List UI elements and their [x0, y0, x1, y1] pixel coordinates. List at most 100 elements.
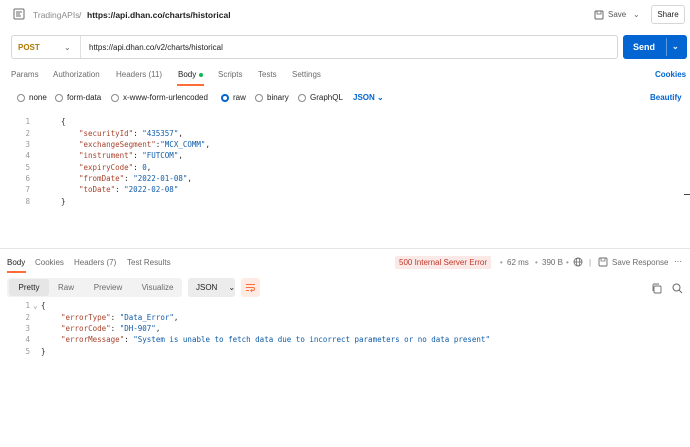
code-line: "fromDate": "2022-01-08", [79, 174, 192, 183]
line-number: 4 [25, 335, 30, 344]
view-pretty-button[interactable]: Pretty [9, 279, 49, 296]
line-number: 2 [25, 313, 30, 322]
breadcrumb-request-name[interactable]: https://api.dhan.co/charts/historical [87, 10, 231, 20]
response-format-select[interactable]: JSON ⌄ [188, 278, 235, 297]
radio-label: none [29, 93, 47, 102]
json-value: "FUTCOM" [142, 151, 179, 160]
breadcrumb-separator: / [79, 10, 82, 20]
radio-raw[interactable]: raw [221, 93, 246, 102]
json-key: "errorCode" [61, 324, 111, 333]
line-number: 5 [25, 347, 30, 356]
fold-chevron-icon[interactable]: ⌄ [33, 301, 38, 310]
send-button[interactable]: Send ⌄ [623, 35, 687, 59]
separator-dot: • [566, 258, 569, 267]
tab-tests[interactable]: Tests [258, 70, 277, 79]
status-badge[interactable]: 500 Internal Server Error [395, 256, 492, 269]
copy-icon[interactable] [651, 283, 662, 294]
json-key: "errorMessage" [61, 335, 125, 344]
separator-dot: • [535, 258, 538, 267]
radio-binary[interactable]: binary [255, 93, 289, 102]
code-line: "securityId": "435357", [79, 129, 183, 138]
editor-scrollbar[interactable] [683, 112, 690, 248]
json-value: "2022-01-08" [133, 174, 188, 183]
radio-circle-selected [221, 93, 229, 102]
radio-circle [55, 93, 63, 102]
radio-circle [298, 93, 306, 102]
line-number: 1 [25, 301, 30, 310]
response-tab-cookies[interactable]: Cookies [35, 258, 64, 267]
response-time[interactable]: 62 ms [507, 258, 529, 267]
json-key: "instrument" [79, 151, 134, 160]
radio-label: raw [233, 93, 246, 102]
save-options-chevron-icon[interactable]: ⌄ [633, 5, 643, 24]
json-value: "MCX_COMM" [160, 140, 206, 149]
breadcrumb-workspace[interactable]: TradingAPIs [33, 10, 79, 20]
divider [80, 36, 81, 58]
response-size[interactable]: 390 B [542, 258, 563, 267]
json-value: "System is unable to fetch data due to i… [133, 335, 490, 344]
json-key: "expiryCode" [79, 163, 134, 172]
line-number: 7 [25, 185, 30, 194]
save-icon [594, 10, 604, 19]
active-tab-indicator [7, 271, 26, 273]
radio-graphql[interactable]: GraphQL [298, 93, 343, 102]
http-request-icon [13, 8, 25, 20]
radio-circle [111, 93, 119, 102]
tab-authorization[interactable]: Authorization [53, 70, 100, 79]
view-visualize-button[interactable]: Visualize [135, 278, 180, 297]
wrap-lines-icon [246, 284, 255, 293]
json-key: "exchangeSegment" [79, 140, 156, 149]
code-line: "expiryCode": 0, [79, 163, 152, 172]
response-format-label: JSON [196, 283, 218, 292]
save-response-button[interactable]: Save Response [612, 258, 668, 267]
tab-headers[interactable]: Headers (11) [116, 70, 162, 79]
scrollbar-thumb[interactable] [684, 194, 690, 195]
body-format-select[interactable]: JSON ⌄ [353, 93, 384, 102]
tab-settings[interactable]: Settings [292, 70, 321, 79]
body-indicator-dot [199, 72, 204, 77]
view-preview-button[interactable]: Preview [88, 278, 128, 297]
line-number: 3 [25, 140, 30, 149]
response-tab-test-results[interactable]: Test Results [127, 258, 171, 267]
line-number: 1 [25, 117, 30, 126]
code-line: "exchangeSegment":"MCX_COMM", [79, 140, 210, 149]
json-value: "DH-907" [119, 324, 156, 333]
radio-form-data[interactable]: form-data [55, 93, 101, 102]
radio-label: GraphQL [310, 93, 343, 102]
url-input[interactable] [89, 41, 609, 53]
more-options-icon[interactable]: ⋯ [674, 257, 682, 266]
separator-bar: | [589, 258, 592, 267]
line-number: 2 [25, 129, 30, 138]
code-line: } [61, 197, 66, 206]
cookies-link[interactable]: Cookies [655, 70, 686, 79]
beautify-button[interactable]: Beautify [650, 93, 682, 102]
code-line: "errorCode": "DH-907", [61, 324, 161, 333]
view-raw-button[interactable]: Raw [52, 278, 80, 297]
method-select[interactable]: POST [18, 35, 40, 59]
pane-divider[interactable] [0, 248, 690, 249]
network-globe-icon[interactable] [573, 257, 583, 267]
radio-circle [17, 93, 25, 102]
radio-label: binary [267, 93, 289, 102]
wrap-lines-button[interactable] [241, 278, 260, 297]
send-options-chevron-icon[interactable]: ⌄ [672, 42, 679, 51]
tab-body[interactable]: Body [178, 70, 204, 79]
response-tab-headers[interactable]: Headers (7) [74, 258, 116, 267]
radio-none[interactable]: none [17, 93, 47, 102]
search-icon[interactable] [672, 283, 683, 294]
response-tab-body[interactable]: Body [7, 258, 25, 267]
request-body-editor[interactable]: 1 2 3 4 5 6 7 8 { "securityId": "435357"… [0, 113, 690, 247]
json-value: "435357" [142, 129, 179, 138]
code-line: { [41, 301, 46, 310]
line-number: 6 [25, 174, 30, 183]
tab-scripts[interactable]: Scripts [218, 70, 242, 79]
chevron-down-icon: ⌄ [228, 283, 236, 292]
response-body-viewer[interactable]: 1 2 3 4 5 ⌄ { "errorType": "Data_Error",… [0, 297, 690, 427]
code-line: } [41, 347, 46, 356]
line-number: 5 [25, 163, 30, 172]
share-button[interactable]: Share [651, 5, 685, 24]
send-button-label: Send [633, 42, 656, 52]
method-chevron-down-icon[interactable]: ⌄ [64, 35, 71, 59]
radio-urlencoded[interactable]: x-www-form-urlencoded [111, 93, 208, 102]
tab-params[interactable]: Params [11, 70, 39, 79]
